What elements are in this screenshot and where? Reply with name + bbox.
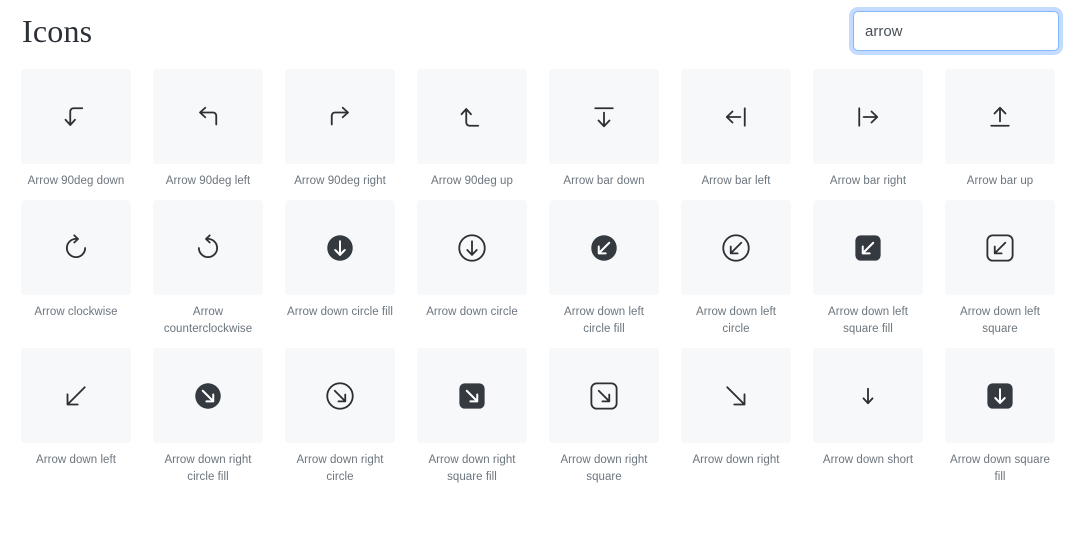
icon-card[interactable]: Arrow down circle — [417, 200, 527, 338]
icon-card[interactable]: Arrow down left — [21, 348, 131, 486]
icon-card[interactable]: Arrow down circle fill — [285, 200, 395, 338]
icon-card-label: Arrow 90deg down — [27, 175, 125, 187]
icon-card-label: Arrow clockwise — [34, 306, 118, 318]
arrow-bar-down-icon[interactable] — [549, 69, 659, 164]
arrow-down-right-icon[interactable] — [681, 348, 791, 443]
icon-card-label: Arrow bar left — [701, 175, 771, 187]
icon-card[interactable]: Arrow down right — [681, 348, 791, 486]
icon-card-label: Arrow bar right — [829, 175, 907, 187]
arrow-counterclockwise-icon[interactable] — [153, 200, 263, 295]
icon-card-label: Arrow counterclockwise — [163, 306, 253, 335]
arrow-down-left-icon[interactable] — [21, 348, 131, 443]
icon-card[interactable]: Arrow 90deg left — [153, 69, 263, 190]
arrow-down-right-square-icon[interactable] — [549, 348, 659, 443]
arrow-bar-right-icon[interactable] — [813, 69, 923, 164]
icon-card[interactable]: Arrow 90deg up — [417, 69, 527, 190]
arrow-down-right-circle-icon[interactable] — [285, 348, 395, 443]
icon-card-label: Arrow down left circle fill — [563, 306, 644, 335]
icon-card-label: Arrow down left circle — [695, 306, 776, 335]
icon-card[interactable]: Arrow down left square fill — [813, 200, 923, 338]
icon-card-label: Arrow down right circle — [296, 454, 384, 483]
arrow-down-right-circle-fill-icon[interactable] — [153, 348, 263, 443]
arrow-down-right-square-fill-icon[interactable] — [417, 348, 527, 443]
icon-card-label: Arrow 90deg left — [165, 175, 251, 187]
icon-card[interactable]: Arrow clockwise — [21, 200, 131, 338]
arrow-90deg-left-icon[interactable] — [153, 69, 263, 164]
icon-card[interactable]: Arrow bar down — [549, 69, 659, 190]
arrow-down-left-circle-icon[interactable] — [681, 200, 791, 295]
arrow-90deg-down-icon[interactable] — [21, 69, 131, 164]
arrow-90deg-up-icon[interactable] — [417, 69, 527, 164]
icon-card-label: Arrow down circle fill — [287, 306, 393, 318]
icon-card-label: Arrow down right square fill — [428, 454, 516, 483]
icon-card[interactable]: Arrow down left square — [945, 200, 1055, 338]
icon-card-label: Arrow bar up — [966, 175, 1034, 187]
icon-card[interactable]: Arrow bar right — [813, 69, 923, 190]
icon-card-label: Arrow down right circle fill — [164, 454, 252, 483]
icon-card-label: Arrow 90deg up — [431, 175, 513, 187]
icon-card[interactable]: Arrow down short — [813, 348, 923, 486]
icon-card[interactable]: Arrow down right square — [549, 348, 659, 486]
icon-card[interactable]: Arrow bar left — [681, 69, 791, 190]
icon-grid: Arrow 90deg down Arrow 90deg left Arrow 90… — [21, 62, 1059, 496]
icon-card-label: Arrow down left square fill — [827, 306, 908, 335]
icon-card[interactable]: Arrow down right circle fill — [153, 348, 263, 486]
icon-card[interactable]: Arrow down right square fill — [417, 348, 527, 486]
arrow-90deg-right-icon[interactable] — [285, 69, 395, 164]
icon-gallery-page: Icons Arrow 90deg downArrow 90deg leftAr… — [0, 0, 1080, 538]
arrow-down-circle-icon[interactable] — [417, 200, 527, 295]
icon-card[interactable]: Arrow down left circle — [681, 200, 791, 338]
icon-card-label: Arrow down square fill — [950, 454, 1050, 483]
icon-card-label: Arrow down left — [35, 454, 116, 466]
icon-card[interactable]: Arrow down square fill — [945, 348, 1055, 486]
icon-card-label: Arrow down circle — [426, 306, 518, 318]
icon-card[interactable]: Arrow down right circle — [285, 348, 395, 486]
arrow-down-left-circle-fill-icon[interactable] — [549, 200, 659, 295]
icon-card-label: Arrow down short — [822, 454, 914, 466]
icon-card-label: Arrow down left square — [959, 306, 1040, 335]
icon-card-label: Arrow 90deg right — [294, 175, 386, 187]
icon-card-label: Arrow bar down — [563, 175, 645, 187]
icon-card[interactable]: Arrow down left circle fill — [549, 200, 659, 338]
icon-card[interactable]: Arrow bar up — [945, 69, 1055, 190]
icon-card-label: Arrow down right square — [560, 454, 648, 483]
arrow-down-square-fill-icon[interactable] — [945, 348, 1055, 443]
arrow-down-circle-fill-icon[interactable] — [285, 200, 395, 295]
arrow-bar-up-icon[interactable] — [945, 69, 1055, 164]
icon-card-label: Arrow down right — [692, 454, 780, 466]
arrow-clockwise-icon[interactable] — [21, 200, 131, 295]
arrow-down-left-square-fill-icon[interactable] — [813, 200, 923, 295]
icon-card[interactable]: Arrow counterclockwise — [153, 200, 263, 338]
arrow-down-left-square-icon[interactable] — [945, 200, 1055, 295]
arrow-bar-left-icon[interactable] — [681, 69, 791, 164]
search-container — [853, 11, 1059, 51]
arrow-down-short-icon[interactable] — [813, 348, 923, 443]
search-input[interactable] — [853, 11, 1059, 51]
icon-card[interactable]: Arrow 90deg down — [21, 69, 131, 190]
icon-card[interactable]: Arrow 90deg right — [285, 69, 395, 190]
page-header: Icons — [21, 0, 1059, 62]
page-title: Icons — [22, 13, 93, 49]
